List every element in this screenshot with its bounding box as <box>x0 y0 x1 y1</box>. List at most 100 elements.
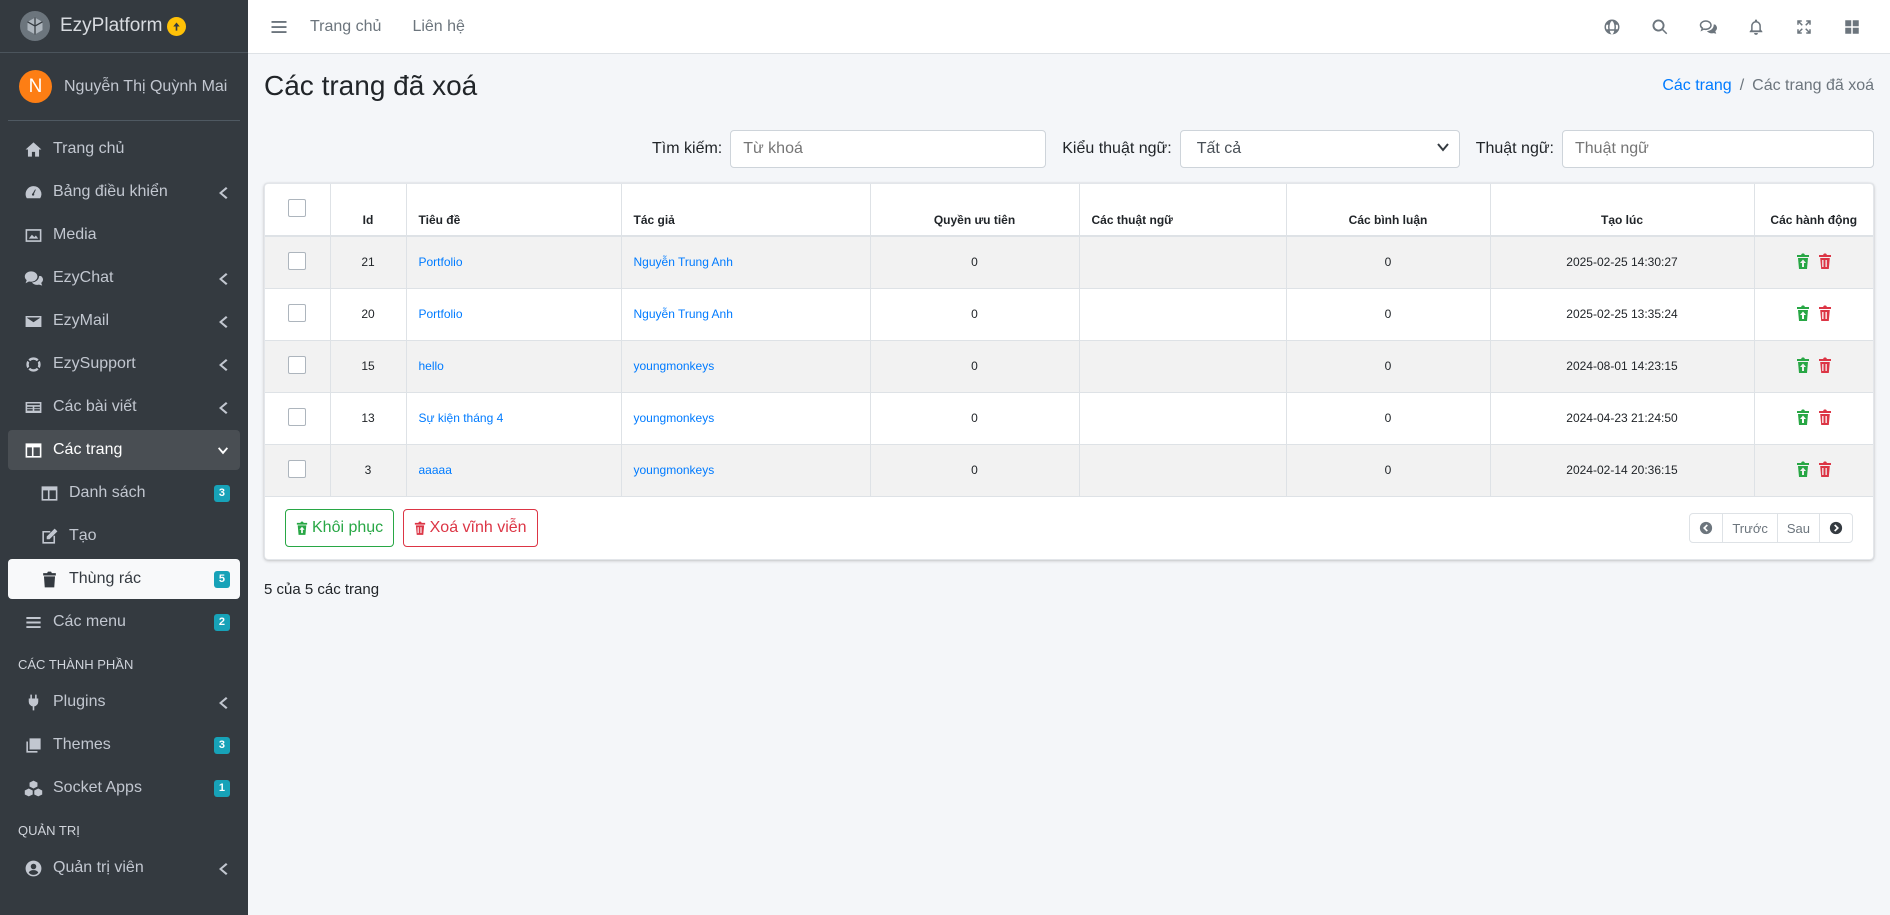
sidebar-item-label: Thùng rác <box>69 570 142 587</box>
col-comments[interactable]: Các bình luận <box>1286 184 1491 237</box>
cell-created: 2024-08-01 14:23:15 <box>1490 339 1755 392</box>
sidebar-item-label: Các trang <box>53 441 123 458</box>
table-row: 21 Portfolio Nguyễn Trung Anh 0 0 2025-02-25 … <box>265 235 1873 288</box>
restore-button[interactable]: Khôi phục <box>285 509 395 547</box>
cell-comments: 0 <box>1286 391 1491 444</box>
globe-icon[interactable] <box>1588 18 1636 36</box>
sidebar-item-ezymail[interactable]: EzyMail <box>8 301 240 341</box>
sidebar-item-ezysupport[interactable]: EzySupport <box>8 344 240 384</box>
col-author[interactable]: Tác giả <box>621 184 871 237</box>
delete-icon[interactable] <box>1818 357 1832 376</box>
author-link[interactable]: youngmonkeys <box>634 359 715 373</box>
cell-title: Portfolio <box>406 287 622 340</box>
row-checkbox[interactable] <box>288 459 307 478</box>
row-checkbox[interactable] <box>288 407 307 426</box>
col-created[interactable]: Tạo lúc <box>1490 184 1755 237</box>
sidebar-item-label: Quản trị viên <box>53 859 144 876</box>
row-checkbox[interactable] <box>288 303 307 322</box>
fullscreen-icon[interactable] <box>1780 18 1828 36</box>
sidebar-subitem-trash[interactable]: Thùng rác 5 <box>8 559 240 599</box>
restore-icon[interactable] <box>1796 357 1810 376</box>
chat-icon <box>22 268 44 288</box>
pager-next-button[interactable]: Sau <box>1778 514 1820 542</box>
delete-icon[interactable] <box>1818 253 1832 272</box>
term-input[interactable] <box>1562 130 1874 168</box>
delete-icon[interactable] <box>1818 461 1832 480</box>
sidebar-subitem-list[interactable]: Danh sách 3 <box>8 473 240 513</box>
sidebar-item-media[interactable]: Media <box>8 215 240 255</box>
pages-icon <box>22 440 44 460</box>
topbar-link-contact[interactable]: Liên hệ <box>412 18 465 36</box>
row-select-cell <box>265 235 331 288</box>
sidebar-item-pages[interactable]: Các trang <box>8 430 240 470</box>
restore-icon[interactable] <box>1796 253 1810 272</box>
sidebar-item-dashboard[interactable]: Bảng điều khiển <box>8 172 240 212</box>
pager-prev-icon[interactable] <box>1690 514 1724 542</box>
search-input[interactable] <box>730 130 1047 168</box>
cell-created: 2025-02-25 14:30:27 <box>1490 235 1755 288</box>
delete-icon[interactable] <box>1818 409 1832 428</box>
title-link[interactable]: Portfolio <box>419 307 463 321</box>
user-panel[interactable]: N Nguyễn Thị Quỳnh Mai <box>8 53 240 121</box>
sidebar-item-socket-apps[interactable]: Socket Apps 1 <box>8 768 240 808</box>
pages-table: Id Tiêu đề Tác giả Quyền ưu tiên Các thu… <box>265 184 1873 496</box>
sidebar-item-themes[interactable]: Themes 3 <box>8 725 240 765</box>
sidebar-item-admins[interactable]: Quản trị viên <box>8 848 240 888</box>
delete-icon[interactable] <box>1818 305 1832 324</box>
restore-icon[interactable] <box>1796 409 1810 428</box>
title-link[interactable]: hello <box>419 359 444 373</box>
restore-icon[interactable] <box>1796 461 1810 480</box>
pager-next-icon[interactable] <box>1820 514 1852 542</box>
col-terms[interactable]: Các thuật ngữ <box>1079 184 1287 237</box>
table-row: 20 Portfolio Nguyễn Trung Anh 0 0 2025-02-25 … <box>265 287 1873 340</box>
count-badge: 5 <box>213 570 230 588</box>
breadcrumb-link-pages[interactable]: Các trang <box>1662 77 1731 94</box>
topbar-link-home[interactable]: Trang chủ <box>310 18 381 36</box>
hamburger-icon[interactable] <box>248 18 310 36</box>
pager-prev-button[interactable]: Trước <box>1723 514 1778 542</box>
row-select-cell <box>265 443 331 496</box>
term-type-select[interactable]: Tất cả <box>1179 130 1460 168</box>
author-link[interactable]: youngmonkeys <box>634 411 715 425</box>
title-link[interactable]: Sự kiện tháng 4 <box>419 411 504 425</box>
bars-icon <box>22 612 44 632</box>
author-link[interactable]: youngmonkeys <box>634 463 715 477</box>
table-body: 21 Portfolio Nguyễn Trung Anh 0 0 2025-02-25 … <box>265 235 1873 496</box>
user-circle-icon <box>22 858 44 878</box>
upgrade-icon[interactable] <box>167 16 187 36</box>
col-title[interactable]: Tiêu đề <box>406 184 622 237</box>
sidebar-item-posts[interactable]: Các bài viết <box>8 387 240 427</box>
col-id[interactable]: Id <box>330 184 407 237</box>
title-link[interactable]: Portfolio <box>419 255 463 269</box>
top-navbar: Trang chủ Liên hệ <box>248 0 1890 54</box>
bell-icon[interactable] <box>1732 18 1780 36</box>
title-link[interactable]: aaaaa <box>419 463 452 477</box>
sidebar-subitem-create[interactable]: Tạo <box>8 516 240 556</box>
sidebar-item-plugins[interactable]: Plugins <box>8 682 240 722</box>
cell-title: hello <box>406 339 622 392</box>
comments-icon[interactable] <box>1684 18 1732 36</box>
results-summary: 5 của 5 các trang <box>264 581 380 598</box>
sidebar-item-menus[interactable]: Các menu 2 <box>8 602 240 642</box>
sidebar-item-ezychat[interactable]: EzyChat <box>8 258 240 298</box>
cell-title: aaaaa <box>406 443 622 496</box>
author-link[interactable]: Nguyễn Trung Anh <box>634 307 733 321</box>
apps-grid-icon[interactable] <box>1828 18 1876 36</box>
row-checkbox[interactable] <box>288 251 307 270</box>
row-select-cell <box>265 391 331 444</box>
term-type-label: Kiểu thuật ngữ: <box>1062 140 1172 157</box>
row-checkbox[interactable] <box>288 355 307 374</box>
col-priority[interactable]: Quyền ưu tiên <box>870 184 1080 237</box>
select-all-checkbox[interactable] <box>288 199 307 217</box>
delete-forever-button[interactable]: Xoá vĩnh viễn <box>402 509 538 547</box>
sidebar-item-home[interactable]: Trang chủ <box>8 129 240 169</box>
cell-author: youngmonkeys <box>621 443 871 496</box>
restore-icon[interactable] <box>1796 305 1810 324</box>
cell-author: youngmonkeys <box>621 339 871 392</box>
sidebar-item-label: Themes <box>53 736 111 753</box>
brand[interactable]: EzyPlatform <box>0 0 248 53</box>
author-link[interactable]: Nguyễn Trung Anh <box>634 255 733 269</box>
cell-created: 2025-02-25 13:35:24 <box>1490 287 1755 340</box>
search-icon[interactable] <box>1636 18 1684 36</box>
chevron-left-icon <box>218 401 230 414</box>
